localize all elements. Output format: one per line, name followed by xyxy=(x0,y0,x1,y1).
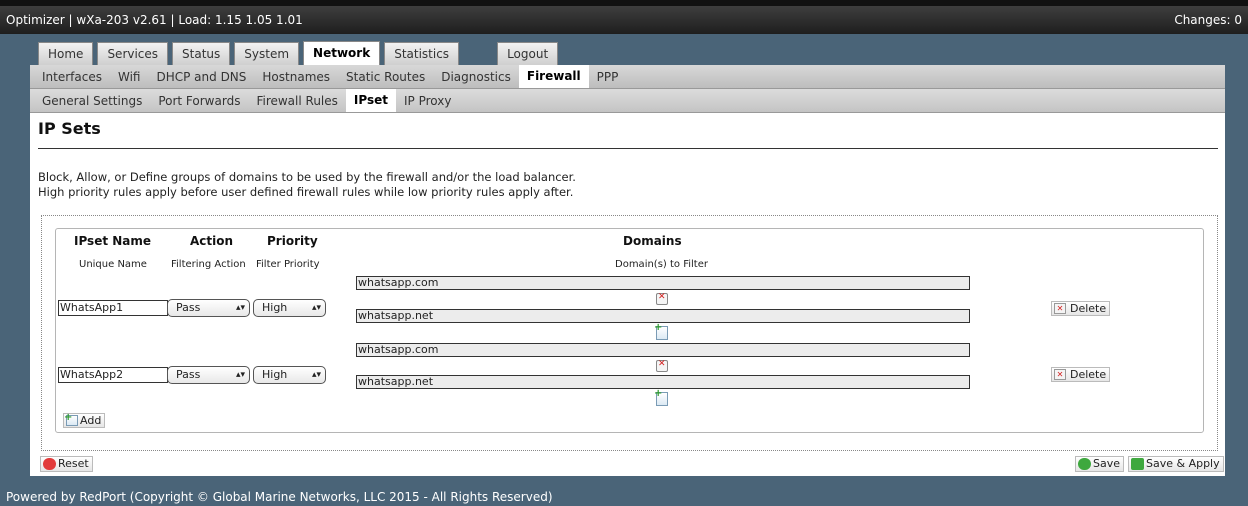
title-bar: Optimizer | wXa-203 v2.61 | Load: 1.15 1… xyxy=(0,6,1248,34)
tab-home[interactable]: Home xyxy=(38,42,94,65)
subheader-filtering-action: Filtering Action xyxy=(171,259,246,270)
tab-system[interactable]: System xyxy=(234,42,300,65)
add-domain-icon[interactable] xyxy=(654,322,668,340)
menu-general-settings[interactable]: General Settings xyxy=(34,90,150,112)
delete-button[interactable]: ✕ Delete xyxy=(1051,367,1111,382)
save-button[interactable]: Save xyxy=(1075,456,1125,472)
menu-dhcp-dns[interactable]: DHCP and DNS xyxy=(148,66,254,88)
select-arrow-icon: ▴▾ xyxy=(311,370,321,380)
ipset-name-input[interactable]: WhatsApp1 xyxy=(58,300,168,316)
add-ipset-button[interactable]: Add xyxy=(63,411,106,428)
menu-interfaces[interactable]: Interfaces xyxy=(34,66,110,88)
menu-diagnostics[interactable]: Diagnostics xyxy=(433,66,519,88)
ipset-name-input[interactable]: WhatsApp2 xyxy=(58,367,168,383)
title-divider xyxy=(38,148,1218,149)
delete-icon: ✕ xyxy=(1054,303,1066,314)
domain-input[interactable]: whatsapp.com xyxy=(356,343,970,357)
domain-input[interactable]: whatsapp.net xyxy=(356,375,970,389)
tab-network[interactable]: Network xyxy=(303,41,381,65)
priority-select[interactable]: High ▴▾ xyxy=(253,366,326,384)
menu-firewall[interactable]: Firewall xyxy=(518,65,589,88)
domain-input[interactable]: whatsapp.com xyxy=(356,276,970,290)
priority-select[interactable]: High ▴▾ xyxy=(253,299,326,317)
content-area: IP Sets Block, Allow, or Define groups o… xyxy=(30,113,1225,476)
save-label: Save xyxy=(1093,457,1121,470)
header-action: Action xyxy=(190,234,234,248)
app-title: Optimizer | wXa-203 v2.61 | Load: 1.15 1… xyxy=(6,13,303,27)
select-arrow-icon: ▴▾ xyxy=(235,303,245,313)
priority-value: High xyxy=(262,301,288,314)
menu-wifi[interactable]: Wifi xyxy=(110,66,149,88)
header-domains: Domains xyxy=(623,234,682,248)
header-ipset-name: IPset Name xyxy=(74,234,152,248)
delete-icon: ✕ xyxy=(1054,369,1066,380)
remove-domain-icon[interactable] xyxy=(656,359,668,372)
reset-button[interactable]: Reset xyxy=(40,456,93,472)
remove-domain-icon[interactable] xyxy=(656,292,668,305)
menu-port-forwards[interactable]: Port Forwards xyxy=(150,90,248,112)
tab-logout[interactable]: Logout xyxy=(497,42,559,65)
network-submenu: Interfaces Wifi DHCP and DNS Hostnames S… xyxy=(30,65,1225,89)
menu-static-routes[interactable]: Static Routes xyxy=(338,66,433,88)
delete-label: Delete xyxy=(1070,302,1107,315)
description-line-2: High priority rules apply before user de… xyxy=(38,185,574,199)
menu-ipset[interactable]: IPset xyxy=(345,89,396,112)
add-icon xyxy=(64,411,78,426)
reset-icon xyxy=(43,458,56,470)
save-apply-label: Save & Apply xyxy=(1146,457,1220,470)
main-panel: Home Services Status System Network Stat… xyxy=(30,41,1225,476)
save-icon xyxy=(1078,458,1091,470)
footer-copyright: Powered by RedPort (Copyright © Global M… xyxy=(6,490,553,504)
menu-ip-proxy[interactable]: IP Proxy xyxy=(396,90,459,112)
action-select[interactable]: Pass ▴▾ xyxy=(167,366,250,384)
tab-services[interactable]: Services xyxy=(97,42,169,65)
firewall-submenu: General Settings Port Forwards Firewall … xyxy=(30,89,1225,113)
reset-label: Reset xyxy=(58,457,89,470)
ipset-table: IPset Name Action Priority Domains Uniqu… xyxy=(55,228,1204,433)
tab-status[interactable]: Status xyxy=(172,42,231,65)
add-label: Add xyxy=(80,414,102,427)
changes-counter[interactable]: Changes: 0 xyxy=(1174,6,1242,34)
tab-statistics[interactable]: Statistics xyxy=(384,42,460,65)
subheader-filter-priority: Filter Priority xyxy=(256,259,320,270)
page-title: IP Sets xyxy=(38,119,101,138)
select-arrow-icon: ▴▾ xyxy=(235,370,245,380)
action-value: Pass xyxy=(176,301,201,314)
add-domain-icon[interactable] xyxy=(654,388,668,406)
page-description: Block, Allow, or Define groups of domain… xyxy=(38,170,576,200)
delete-button[interactable]: ✕ Delete xyxy=(1051,301,1111,316)
menu-ppp[interactable]: PPP xyxy=(589,66,627,88)
action-select[interactable]: Pass ▴▾ xyxy=(167,299,250,317)
subheader-unique-name: Unique Name xyxy=(79,259,147,270)
header-priority: Priority xyxy=(267,234,318,248)
save-apply-button[interactable]: Save & Apply xyxy=(1128,456,1224,472)
description-line-1: Block, Allow, or Define groups of domain… xyxy=(38,170,576,184)
domain-input[interactable]: whatsapp.net xyxy=(356,309,970,323)
select-arrow-icon: ▴▾ xyxy=(311,303,321,313)
menu-hostnames[interactable]: Hostnames xyxy=(254,66,338,88)
action-value: Pass xyxy=(176,368,201,381)
apply-icon xyxy=(1131,458,1144,470)
subheader-domains: Domain(s) to Filter xyxy=(615,259,708,270)
menu-firewall-rules[interactable]: Firewall Rules xyxy=(248,90,345,112)
delete-label: Delete xyxy=(1070,368,1107,381)
main-tabs: Home Services Status System Network Stat… xyxy=(30,41,1225,65)
priority-value: High xyxy=(262,368,288,381)
